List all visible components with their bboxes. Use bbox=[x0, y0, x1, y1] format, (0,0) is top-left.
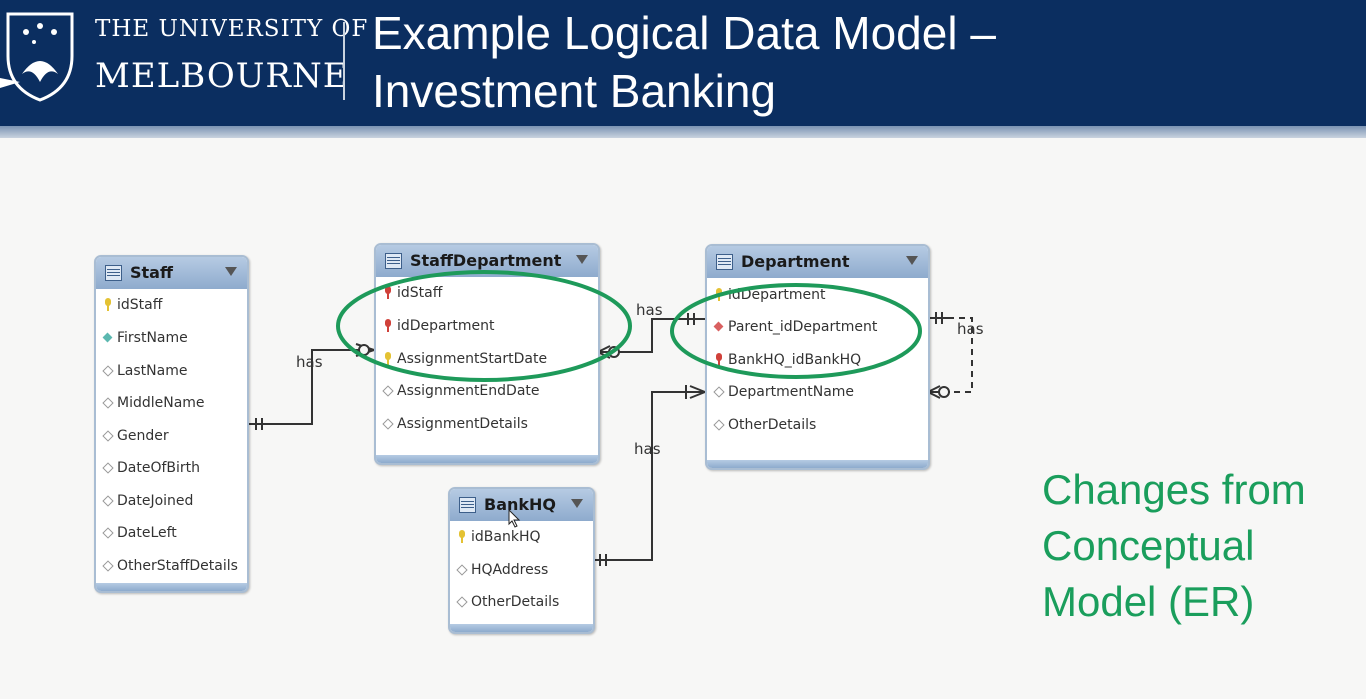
changes-annotation-line1: Changes from bbox=[1042, 466, 1306, 513]
changes-annotation: Changes from Conceptual Model (ER) bbox=[1042, 462, 1306, 630]
highlight-ellipse-department bbox=[670, 283, 922, 379]
changes-annotation-line3: Model (ER) bbox=[1042, 578, 1255, 625]
changes-annotation-line2: Conceptual bbox=[1042, 522, 1255, 569]
highlight-ellipse-staffdepartment bbox=[336, 270, 632, 382]
